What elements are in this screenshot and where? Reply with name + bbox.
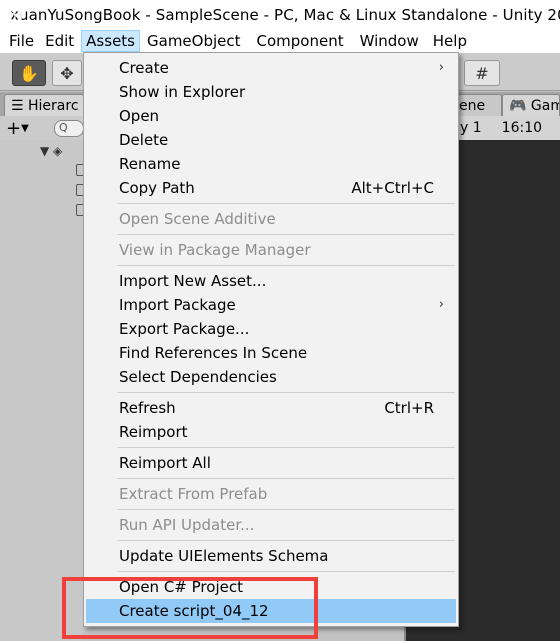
menu-item-delete[interactable]: Delete [86,128,456,152]
hand-tool-icon[interactable]: ✋ [12,60,46,86]
menu-help[interactable]: Help [429,30,471,52]
menu-item-update-uielements-schema[interactable]: Update UIElements Schema [86,544,456,568]
search-icon: Q [59,121,68,134]
game-controller-icon: 🎮 [509,98,527,114]
tab-scene-label: ene [459,98,486,114]
menu-item-label: View in Package Manager [119,241,311,259]
menu-assets[interactable]: Assets [81,30,140,52]
menu-item-label: Extract From Prefab [119,485,268,503]
menu-separator [117,571,455,572]
menu-item-label: Export Package... [119,320,250,338]
display-select[interactable]: y 1 [460,120,482,136]
menu-separator [117,509,455,510]
menu-item-run-api-updater: Run API Updater... [86,513,456,537]
hierarchy-panel: ▼ ◈ [0,140,88,641]
menu-gameobject[interactable]: GameObject [143,30,245,52]
menu-component[interactable]: Component [253,30,348,52]
menu-item-select-dependencies[interactable]: Select Dependencies [86,365,456,389]
menu-separator [117,392,455,393]
menu-item-find-references[interactable]: Find References In Scene [86,341,456,365]
menu-item-label: Create [119,59,169,77]
menu-item-label: Open [119,107,160,125]
shortcut-label: Ctrl+R [384,399,434,417]
menu-item-label: Open Scene Additive [119,210,276,228]
menu-item-label: Reimport All [119,454,211,472]
tab-game[interactable]: 🎮 Gam [502,94,560,116]
menu-item-label: Update UIElements Schema [119,547,329,565]
menu-item-refresh[interactable]: Refresh Ctrl+R [86,396,456,420]
menu-item-open[interactable]: Open [86,104,456,128]
tab-hierarchy[interactable]: ☰ Hierarc [4,94,84,116]
window-title: xuanYuSongBook - SampleScene - PC, Mac &… [10,5,560,24]
snap-grid-icon[interactable]: # [464,60,500,86]
menu-item-label: Refresh [119,399,176,417]
menu-item-create[interactable]: Create › [86,56,456,80]
menu-item-view-in-package-manager: View in Package Manager [86,238,456,262]
menu-separator [117,203,455,204]
menu-separator [117,234,455,235]
menu-separator [117,447,455,448]
menu-item-import-new-asset[interactable]: Import New Asset... [86,269,456,293]
menu-item-import-package[interactable]: Import Package › [86,293,456,317]
menu-item-extract-from-prefab: Extract From Prefab [86,482,456,506]
chevron-right-icon: › [438,297,444,312]
chevron-right-icon: › [438,60,444,75]
scene-expand-icon[interactable]: ▼ ◈ [40,144,62,158]
chevron-down-icon[interactable]: ▼ [21,123,29,134]
tab-game-label: Gam [530,98,559,114]
menu-item-reimport-all[interactable]: Reimport All [86,451,456,475]
menu-item-label: Run API Updater... [119,516,255,534]
menu-item-label: Show in Explorer [119,83,246,101]
shortcut-label: Alt+Ctrl+C [351,179,434,197]
menu-bar: File Edit Assets GameObject Component Wi… [0,29,560,53]
menu-item-label: Copy Path [119,179,195,197]
tab-scene[interactable]: ene [452,94,502,116]
menu-item-label: Delete [119,131,169,149]
menu-item-label: Reimport [119,423,188,441]
menu-item-rename[interactable]: Rename [86,152,456,176]
menu-item-copy-path[interactable]: Copy Path Alt+Ctrl+C [86,176,456,200]
menu-item-reimport[interactable]: Reimport [86,420,456,444]
tab-hierarchy-label: Hierarc [28,98,79,114]
menu-item-show-in-explorer[interactable]: Show in Explorer [86,80,456,104]
assets-menu-dropdown: Create › Show in Explorer Open Delete Ren… [83,52,459,627]
menu-item-label: Rename [119,155,181,173]
move-tool-icon[interactable]: ✥ [52,60,82,86]
menu-item-export-package[interactable]: Export Package... [86,317,456,341]
title-bar: xuanYuSongBook - SampleScene - PC, Mac &… [0,0,560,29]
game-view-toolbar: y 1 16:10 [458,116,560,140]
menu-window[interactable]: Window [356,30,423,52]
menu-item-label: Import Package [119,296,236,314]
highlight-annotation-box [62,577,318,639]
menu-separator [117,540,455,541]
menu-item-label: Find References In Scene [119,344,308,362]
menu-item-label: Import New Asset... [119,272,267,290]
menu-separator [117,478,455,479]
hierarchy-search-input[interactable]: Q [54,120,84,137]
menu-item-open-scene-additive: Open Scene Additive [86,207,456,231]
menu-file[interactable]: File [5,30,38,52]
add-icon[interactable]: + [6,118,21,139]
menu-item-label: Select Dependencies [119,368,277,386]
menu-edit[interactable]: Edit [41,30,78,52]
aspect-ratio-select[interactable]: 16:10 [502,120,542,136]
menu-separator [117,265,455,266]
